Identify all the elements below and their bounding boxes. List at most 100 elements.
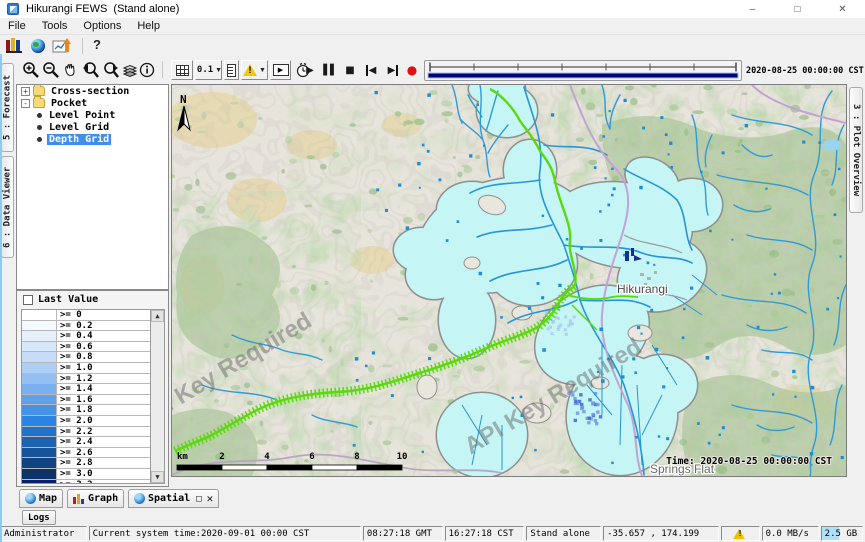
tree-item-depth-grid[interactable]: Depth Grid — [17, 133, 168, 145]
legend-swatch — [22, 405, 57, 415]
legend-swatch — [22, 448, 57, 458]
ruler-button[interactable] — [224, 60, 239, 80]
legend-row: >= 1.4 — [22, 384, 150, 395]
pause-button[interactable]: ▌▌ — [322, 60, 338, 80]
bullet-icon — [37, 113, 42, 118]
legend-value: >= 3.2 — [57, 480, 150, 485]
scroll-up-icon[interactable]: ▲ — [151, 310, 164, 322]
view-tab-spatial[interactable]: Spatial□✕ — [128, 489, 219, 508]
tree-item-label[interactable]: Depth Grid — [47, 134, 111, 145]
legend-row: >= 0.4 — [22, 331, 150, 342]
scroll-down-icon[interactable]: ▼ — [151, 471, 164, 483]
tree-item-label[interactable]: Pocket — [49, 98, 89, 109]
folder-icon — [33, 98, 45, 108]
step-forward-button[interactable]: ▶ — [384, 60, 402, 80]
sidebar-tab-forecast[interactable]: 5 : Forecast — [1, 63, 14, 152]
tree-item-level-point[interactable]: Level Point — [17, 109, 168, 121]
legend-value: >= 1.4 — [57, 384, 150, 394]
grid-display-button[interactable] — [171, 60, 193, 80]
legend-row: >= 0.2 — [22, 321, 150, 332]
tree-item-pocket[interactable]: - Pocket — [17, 97, 168, 109]
record-button[interactable]: ● — [405, 60, 419, 80]
legend-swatch — [22, 480, 57, 485]
layers-icon[interactable] — [122, 60, 138, 80]
sidebar-tab-data-viewer[interactable]: 6 : Data Viewer — [1, 156, 14, 258]
minimize-button[interactable]: – — [730, 0, 775, 18]
logs-button[interactable]: Logs — [22, 510, 56, 525]
status-cell-7: 0.0 MB/s — [762, 526, 819, 541]
step-back-button[interactable]: ◀ — [362, 60, 380, 80]
pan-hand-icon[interactable] — [62, 60, 79, 80]
maximize-button[interactable]: □ — [775, 0, 820, 18]
import-chart-icon[interactable] — [52, 38, 72, 54]
legend-value: >= 2.0 — [57, 416, 150, 426]
expand-icon[interactable]: + — [21, 87, 30, 96]
place-label-hikurangi: Hikurangi — [617, 282, 668, 296]
legend-row: >= 2.6 — [22, 448, 150, 459]
legend-swatch — [22, 469, 57, 479]
status-text: -35.657 , 174.199 — [607, 529, 699, 539]
zoom-next-icon[interactable] — [102, 60, 121, 80]
legend-value: >= 2.2 — [57, 427, 150, 437]
tree-item-label[interactable]: Cross-section — [49, 86, 131, 97]
zoom-in-icon[interactable] — [22, 60, 40, 80]
map-view[interactable]: API Key Required API Key Required Hikura… — [171, 84, 847, 477]
folder-icon — [33, 86, 45, 96]
warnings-dropdown[interactable]: ▼ — [241, 60, 268, 80]
legend-value: >= 2.6 — [57, 448, 150, 458]
menu-help[interactable]: Help — [129, 20, 168, 32]
last-value-checkbox[interactable] — [23, 295, 33, 305]
menu-tools[interactable]: Tools — [34, 20, 76, 32]
legend-value: >= 0.8 — [57, 352, 150, 362]
status-cell-2: 08:27:18 GMT — [363, 526, 443, 541]
close-button[interactable]: ✕ — [820, 0, 865, 18]
animation-panel-button[interactable]: ▶ — [270, 60, 291, 80]
legend-row: >= 0.8 — [22, 352, 150, 363]
collapse-icon[interactable]: - — [21, 99, 30, 108]
tab-close-icon[interactable]: ✕ — [207, 492, 214, 505]
menu-options[interactable]: Options — [75, 20, 129, 32]
view-tab-graph[interactable]: Graph — [67, 489, 124, 508]
map-globe-icon[interactable] — [31, 39, 45, 53]
legend-value: >= 1.0 — [57, 363, 150, 373]
status-text: Administrator — [4, 529, 74, 539]
scale-threshold-dropdown[interactable]: 0.1▼ — [195, 60, 222, 80]
tree-item-label[interactable]: Level Grid — [47, 122, 111, 133]
help-icon[interactable]: ? — [93, 37, 101, 52]
view-tab-map[interactable]: Map — [19, 489, 63, 508]
legend-value: >= 0.4 — [57, 331, 150, 341]
status-text: 2.5 GB — [825, 529, 858, 539]
legend-row: >= 2.2 — [22, 427, 150, 438]
stop-button[interactable]: ■ — [343, 60, 357, 80]
warning-icon[interactable] — [733, 529, 745, 539]
status-cell-0: Administrator — [0, 526, 87, 541]
legend-value: >= 1.2 — [57, 374, 150, 384]
play-button[interactable]: ▶ — [303, 60, 317, 80]
legend-scrollbar[interactable]: ▲ ▼ — [150, 310, 164, 483]
legend-swatch — [22, 374, 57, 384]
status-cell-4: Stand alone — [526, 526, 601, 541]
tree-item-level-grid[interactable]: Level Grid — [17, 121, 168, 133]
explorer-icon[interactable] — [6, 39, 22, 53]
info-icon[interactable] — [139, 60, 155, 80]
svg-text:6: 6 — [309, 452, 314, 462]
status-text: 0.0 MB/s — [766, 529, 809, 539]
bottom-tab-bar: MapGraphSpatial□✕ — [0, 487, 865, 509]
time-slider[interactable] — [424, 60, 742, 81]
menu-bar: FileToolsOptionsHelp — [0, 18, 865, 35]
legend-row: >= 0 — [22, 310, 150, 321]
zoom-out-icon[interactable] — [42, 60, 60, 80]
legend-value: >= 0.6 — [57, 342, 150, 352]
legend-row: >= 0.6 — [22, 342, 150, 353]
sidebar-tab-plot-overview[interactable]: 3 : Plot Overview — [849, 87, 863, 213]
status-text: Stand alone — [530, 529, 590, 539]
menu-file[interactable]: File — [0, 20, 34, 32]
tab-maximize-icon[interactable]: □ — [196, 494, 201, 504]
tree-item-label[interactable]: Level Point — [47, 110, 117, 121]
status-cell-8: 2.5 GB — [821, 526, 863, 541]
title-bar: Hikurangi FEWS (Stand alone) – □ ✕ — [0, 0, 865, 18]
legend-swatch — [22, 363, 57, 373]
zoom-previous-icon[interactable] — [81, 60, 100, 80]
status-cell-5: -35.657 , 174.199 — [603, 526, 719, 541]
globe-icon — [134, 493, 145, 504]
